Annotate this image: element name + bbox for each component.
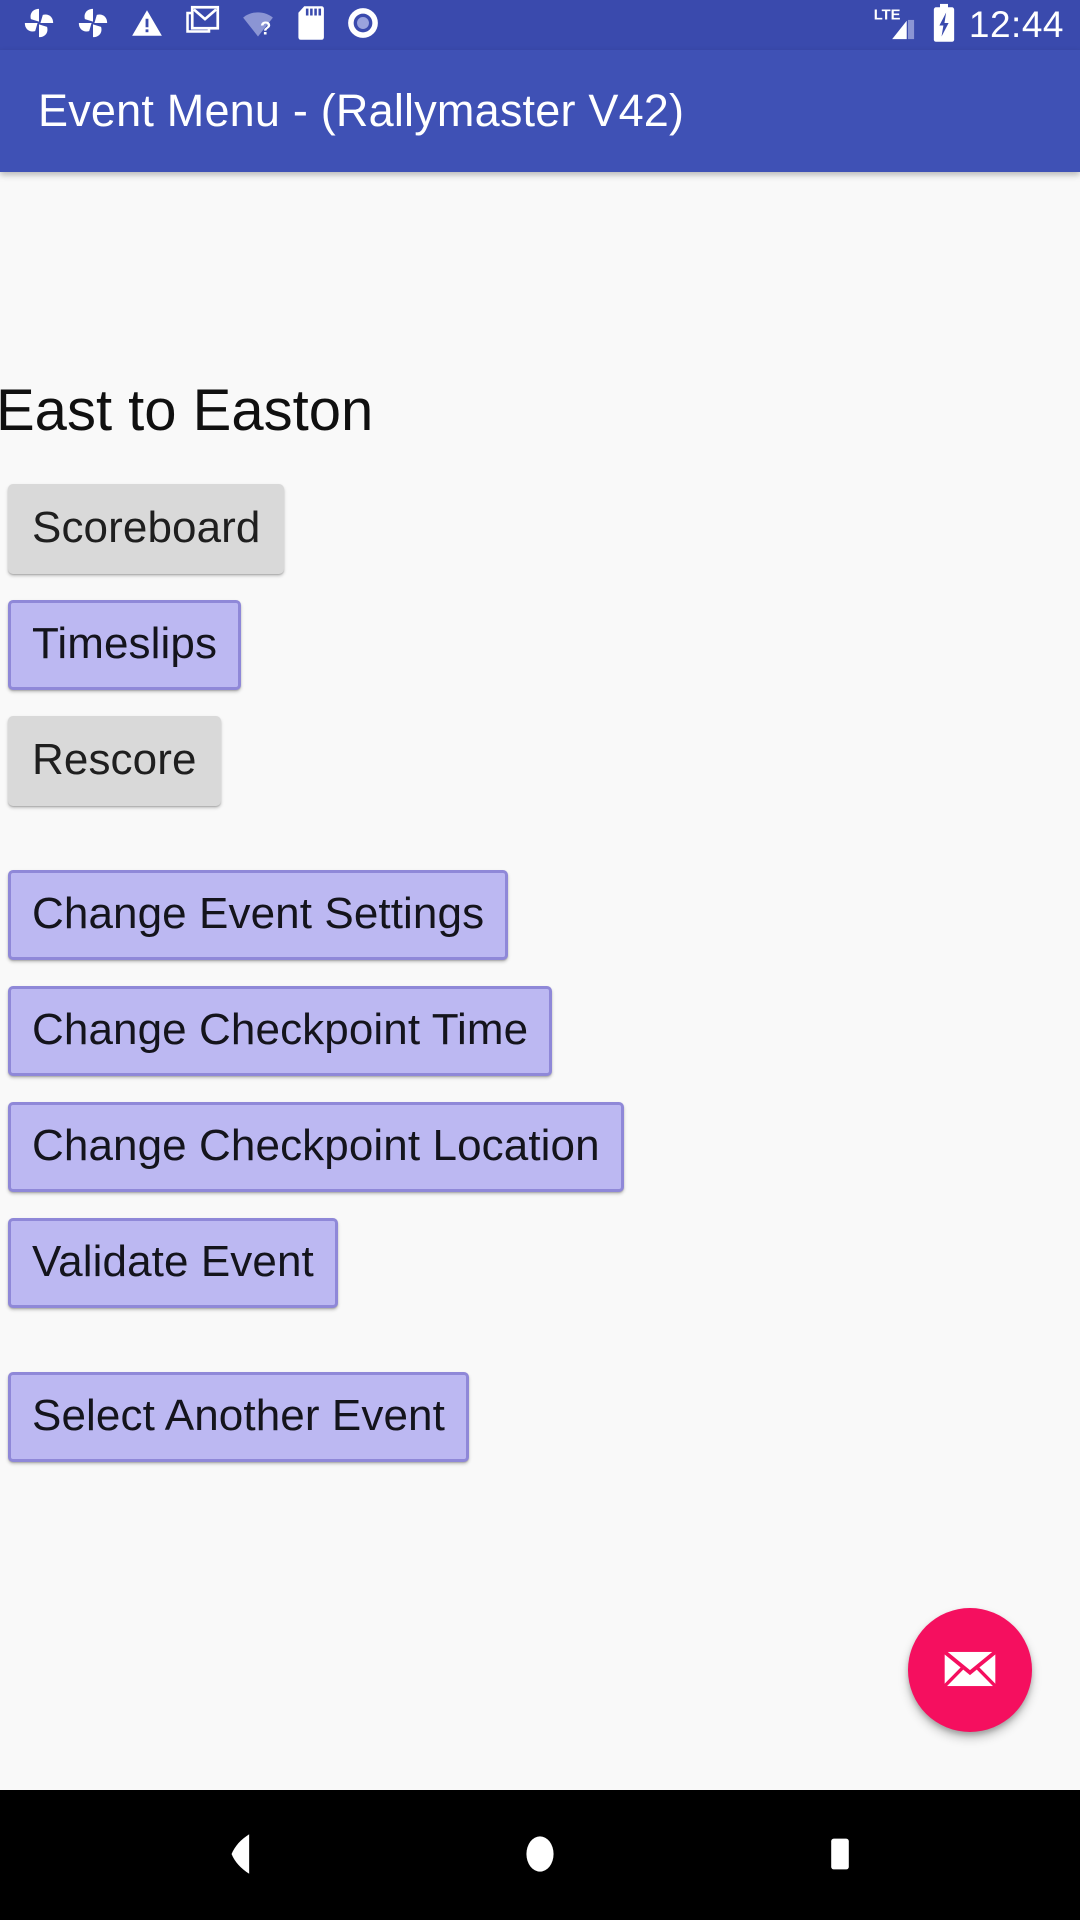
envelope-icon (939, 1638, 1001, 1703)
timeslips-button[interactable]: Timeslips (8, 600, 242, 690)
event-name-heading: East to Easton (0, 378, 374, 443)
main-content: East to Easton Scoreboard Timeslips Resc… (0, 172, 1080, 1790)
status-bar-right-icons: LTE 12:44 (873, 3, 1064, 48)
recents-square-icon (818, 1830, 862, 1881)
status-bar: ? LTE 12:44 (0, 0, 1080, 50)
app-bar: Event Menu - (Rallymaster V42) (0, 50, 1080, 172)
sd-card-icon (296, 5, 326, 46)
battery-charging-icon (931, 3, 957, 48)
email-fab-button[interactable] (908, 1608, 1032, 1732)
app-root: ? LTE 12:44 Event Menu - (Rallymaster V4… (0, 0, 1080, 1920)
home-circle-icon (518, 1830, 562, 1881)
pinwheel-icon (76, 6, 110, 45)
android-navigation-bar (0, 1790, 1080, 1920)
wifi-unknown-icon: ? (240, 6, 276, 45)
disc-icon (346, 6, 380, 45)
change-checkpoint-time-button[interactable]: Change Checkpoint Time (8, 986, 553, 1076)
warning-triangle-icon (130, 6, 164, 45)
event-menu-button-list: Scoreboard Timeslips Rescore Change Even… (0, 484, 1080, 1462)
scoreboard-button[interactable]: Scoreboard (8, 484, 285, 574)
back-triangle-icon (218, 1830, 262, 1881)
change-event-settings-button[interactable]: Change Event Settings (8, 870, 509, 960)
back-button[interactable] (180, 1795, 300, 1915)
pinwheel-icon (22, 6, 56, 45)
status-bar-clock: 12:44 (968, 3, 1064, 45)
change-checkpoint-location-button[interactable]: Change Checkpoint Location (8, 1102, 624, 1192)
home-button[interactable] (480, 1795, 600, 1915)
gmail-icon (184, 5, 220, 46)
app-bar-title: Event Menu - (Rallymaster V42) (38, 85, 685, 136)
validate-event-button[interactable]: Validate Event (8, 1218, 338, 1308)
recents-button[interactable] (780, 1795, 900, 1915)
select-another-event-button[interactable]: Select Another Event (8, 1372, 469, 1462)
status-bar-left-icons: ? (22, 5, 873, 46)
lte-signal-icon: LTE (873, 4, 919, 47)
svg-text:LTE: LTE (874, 7, 901, 23)
svg-text:?: ? (260, 17, 271, 38)
rescore-button[interactable]: Rescore (8, 716, 221, 806)
